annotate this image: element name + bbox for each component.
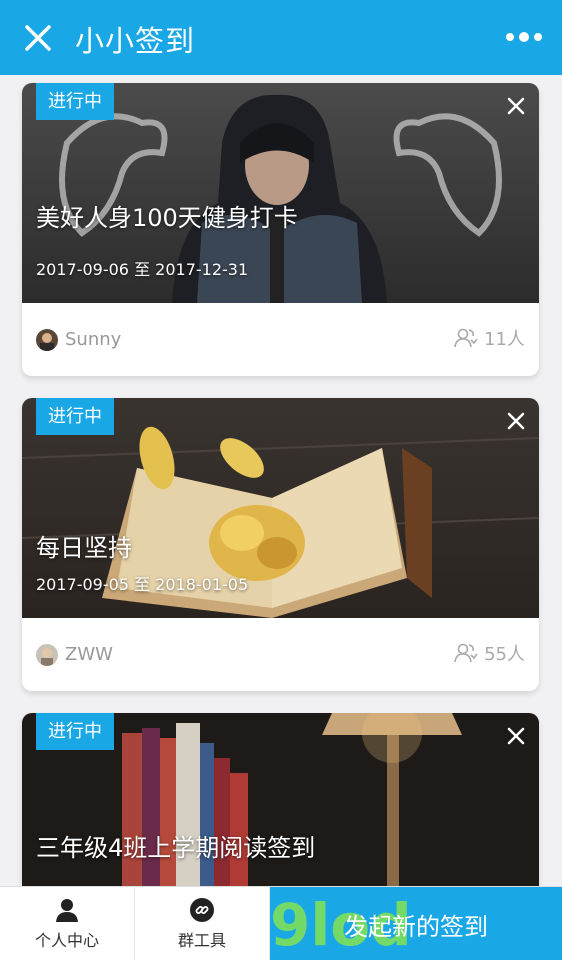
participants-icon: [454, 328, 478, 348]
author-name: ZWW: [65, 644, 113, 665]
signin-card[interactable]: 进行中 美好人身100天健身打卡 2017-09-06 至 2017-12-31…: [22, 83, 539, 376]
card-title: 美好人身100天健身打卡: [36, 204, 298, 232]
link-icon: [190, 898, 214, 922]
card-title: 三年级4班上学期阅读签到: [36, 834, 316, 862]
more-dots-icon[interactable]: [506, 26, 542, 48]
close-icon[interactable]: [22, 22, 54, 54]
card-dates: 2017-09-06 至 2017-12-31: [36, 260, 249, 279]
tab-personal-center[interactable]: 个人中心: [0, 887, 135, 960]
status-badge: 进行中: [36, 713, 114, 750]
participants-icon: [454, 643, 478, 663]
page-title: 小小签到: [75, 24, 196, 58]
avatar: [36, 643, 58, 666]
close-icon[interactable]: [505, 725, 527, 747]
close-icon[interactable]: [505, 410, 527, 432]
tab-group-tools[interactable]: 群工具: [135, 887, 270, 960]
avatar: [36, 328, 58, 351]
card-footer: Sunny 11人: [22, 303, 539, 376]
person-icon: [56, 899, 78, 922]
bottom-tab-bar: 个人中心 群工具 9lod .com 发起新的签到: [0, 886, 562, 960]
card-footer: ZWW 55人: [22, 618, 539, 691]
app-root: 小小签到 进行中 美好人身100天健身打卡 2017-09-06 至 2017-…: [0, 0, 562, 960]
card-cover-image: 进行中 每日坚持 2017-09-05 至 2018-01-05: [22, 398, 539, 618]
status-badge: 进行中: [36, 83, 114, 120]
close-icon[interactable]: [505, 95, 527, 117]
card-dates: 2017-09-05 至 2018-01-05: [36, 575, 249, 594]
card-title: 每日坚持: [36, 534, 132, 562]
signin-card[interactable]: 进行中 每日坚持 2017-09-05 至 2018-01-05 ZWW 55人: [22, 398, 539, 691]
status-badge: 进行中: [36, 398, 114, 435]
author-name: Sunny: [65, 329, 122, 350]
participant-count: 55人: [454, 640, 525, 666]
create-signin-button[interactable]: 9lod .com 发起新的签到: [270, 887, 562, 960]
participant-count: 11人: [454, 325, 525, 351]
card-cover-image: 进行中 美好人身100天健身打卡 2017-09-06 至 2017-12-31: [22, 83, 539, 303]
app-header: 小小签到: [0, 0, 562, 75]
